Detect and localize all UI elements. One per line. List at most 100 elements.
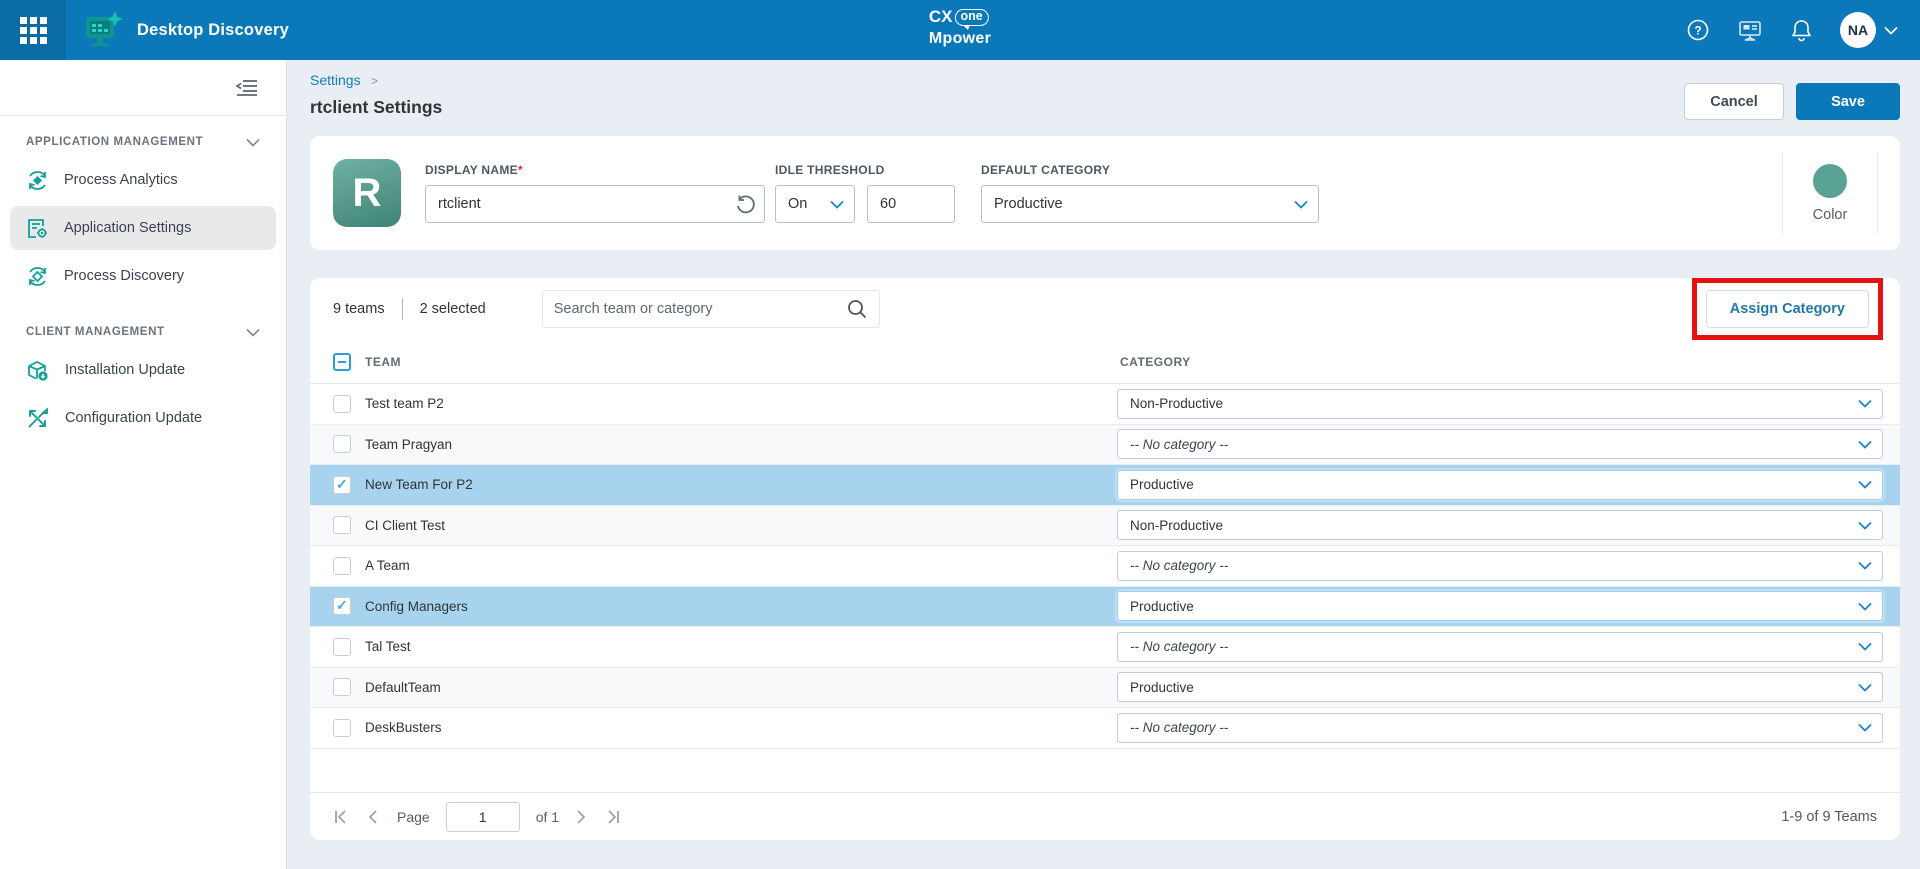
breadcrumb-settings[interactable]: Settings	[310, 72, 361, 88]
user-avatar[interactable]: NA	[1840, 12, 1876, 48]
process-discovery-icon	[26, 265, 49, 288]
app-launcher-button[interactable]	[0, 0, 66, 60]
team-row[interactable]: Team Pragyan -- No category --	[310, 425, 1900, 466]
page-of-label: of 1	[536, 809, 559, 825]
team-row[interactable]: New Team For P2 Productive	[310, 465, 1900, 506]
color-label: Color	[1813, 207, 1848, 223]
page-number-input[interactable]	[446, 802, 520, 832]
save-button[interactable]: Save	[1796, 83, 1900, 120]
color-picker[interactable]: Color	[1782, 152, 1878, 234]
row-checkbox[interactable]	[333, 638, 351, 656]
chevron-down-icon	[1858, 683, 1872, 692]
selected-count: 2 selected	[420, 301, 486, 317]
team-row[interactable]: DefaultTeam Productive	[310, 668, 1900, 709]
team-table-body: Test team P2 Non-Productive Team Pragyan…	[310, 384, 1900, 749]
team-name: DeskBusters	[365, 720, 442, 735]
first-page-icon[interactable]	[333, 809, 349, 825]
search-icon[interactable]	[846, 298, 868, 320]
team-name: Tal Test	[365, 639, 411, 654]
teams-count: 9 teams	[333, 301, 385, 317]
category-column-header: CATEGORY	[1120, 355, 1191, 369]
category-value: Productive	[1130, 477, 1194, 492]
idle-toggle-value: On	[788, 196, 807, 212]
desktop-discovery-logo-icon	[82, 10, 124, 50]
sidebar-item-label: Installation Update	[65, 362, 185, 378]
reset-icon[interactable]	[733, 192, 757, 216]
category-value: -- No category --	[1130, 558, 1228, 573]
row-checkbox[interactable]	[333, 597, 351, 615]
category-select[interactable]: Productive	[1117, 470, 1883, 500]
cancel-button[interactable]: Cancel	[1684, 83, 1784, 120]
app-title: Desktop Discovery	[137, 21, 289, 40]
installation-update-icon	[26, 359, 50, 382]
category-select[interactable]: Non-Productive	[1117, 389, 1883, 419]
top-bar: Desktop Discovery CX one Mpower ?	[0, 0, 1920, 60]
row-checkbox[interactable]	[333, 476, 351, 494]
process-analytics-icon	[26, 169, 49, 192]
row-checkbox[interactable]	[333, 395, 351, 413]
chevron-down-icon	[1858, 399, 1872, 408]
team-row[interactable]: A Team -- No category --	[310, 546, 1900, 587]
sidebar-item-process-analytics[interactable]: Process Analytics	[10, 158, 276, 202]
required-asterisk: *	[518, 163, 523, 177]
category-select[interactable]: -- No category --	[1117, 632, 1883, 662]
assign-category-button[interactable]: Assign Category	[1706, 290, 1869, 328]
team-row[interactable]: Config Managers Productive	[310, 587, 1900, 628]
row-checkbox[interactable]	[333, 516, 351, 534]
app-grid-icon	[20, 17, 47, 44]
chevron-down-icon	[1858, 602, 1872, 611]
previous-page-icon[interactable]	[367, 809, 379, 825]
category-select[interactable]: Productive	[1117, 591, 1883, 621]
last-page-icon[interactable]	[605, 809, 621, 825]
topbar-actions: ? NA	[1686, 12, 1920, 48]
default-category-select[interactable]: Productive	[981, 185, 1319, 223]
select-all-checkbox[interactable]	[333, 353, 351, 371]
team-row[interactable]: CI Client Test Non-Productive	[310, 506, 1900, 547]
sidebar-item-process-discovery[interactable]: Process Discovery	[10, 254, 276, 298]
display-name-label: DISPLAY NAME*	[425, 163, 765, 177]
presentation-icon[interactable]	[1737, 18, 1763, 42]
category-select[interactable]: -- No category --	[1117, 713, 1883, 743]
sidebar-section-client-management: CLIENT MANAGEMENT Installation Update	[0, 306, 286, 448]
cxone-mpower-logo: CX one Mpower	[929, 8, 991, 47]
section-header-application-management[interactable]: APPLICATION MANAGEMENT	[0, 136, 286, 148]
results-range: 1-9 of 9 Teams	[1781, 809, 1877, 825]
brand: Desktop Discovery	[82, 10, 289, 50]
color-swatch[interactable]	[1813, 164, 1847, 198]
sidebar: APPLICATION MANAGEMENT Process Analytics	[0, 60, 287, 869]
next-page-icon[interactable]	[575, 809, 587, 825]
category-select[interactable]: -- No category --	[1117, 429, 1883, 459]
brand-one-bubble: one	[955, 9, 989, 26]
sidebar-item-application-settings[interactable]: Application Settings	[10, 206, 276, 250]
main-content: Settings > rtclient Settings Cancel Save…	[287, 60, 1920, 869]
notifications-bell-icon[interactable]	[1790, 18, 1813, 43]
row-checkbox[interactable]	[333, 719, 351, 737]
category-select[interactable]: Non-Productive	[1117, 510, 1883, 540]
category-value: Productive	[1130, 680, 1194, 695]
help-icon[interactable]: ?	[1686, 18, 1710, 42]
team-row[interactable]: DeskBusters -- No category --	[310, 708, 1900, 749]
category-select[interactable]: Productive	[1117, 672, 1883, 702]
row-checkbox[interactable]	[333, 557, 351, 575]
idle-threshold-toggle[interactable]: On	[775, 185, 855, 223]
section-header-client-management[interactable]: CLIENT MANAGEMENT	[0, 326, 286, 338]
category-select[interactable]: -- No category --	[1117, 551, 1883, 581]
svg-text:?: ?	[1694, 24, 1701, 38]
team-name: A Team	[365, 558, 410, 573]
teams-table-header: TEAM CATEGORY	[310, 340, 1900, 384]
default-category-value: Productive	[994, 196, 1063, 212]
team-row[interactable]: Tal Test -- No category --	[310, 627, 1900, 668]
sidebar-item-configuration-update[interactable]: Configuration Update	[10, 396, 276, 440]
team-search-input[interactable]	[554, 301, 846, 317]
sidebar-collapse-icon[interactable]	[236, 79, 258, 97]
row-checkbox[interactable]	[333, 678, 351, 696]
page-title: rtclient Settings	[310, 97, 442, 118]
idle-threshold-seconds-input[interactable]	[867, 185, 955, 223]
user-menu[interactable]: NA	[1840, 12, 1898, 48]
team-search[interactable]	[542, 290, 880, 328]
row-checkbox[interactable]	[333, 435, 351, 453]
display-name-input[interactable]	[425, 185, 765, 223]
user-menu-chevron-icon	[1884, 26, 1898, 35]
sidebar-item-installation-update[interactable]: Installation Update	[10, 348, 276, 392]
team-row[interactable]: Test team P2 Non-Productive	[310, 384, 1900, 425]
